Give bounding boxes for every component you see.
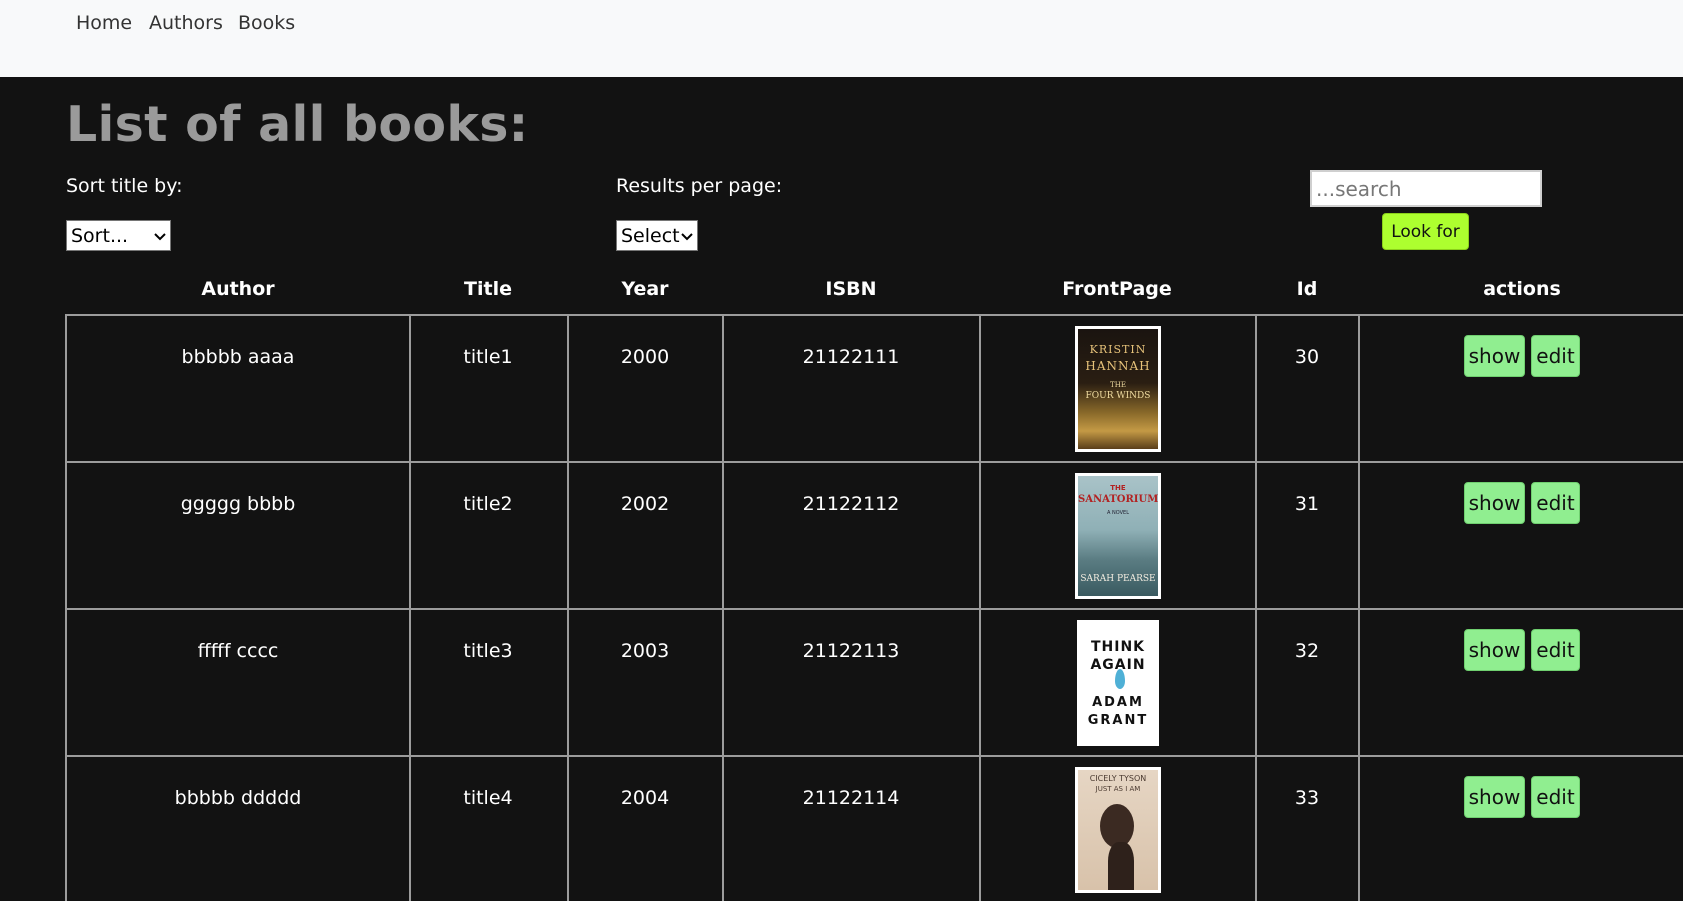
column-header-title: Title [464, 278, 512, 300]
show-button[interactable]: show [1464, 335, 1525, 377]
cover-text: SARAH PEARSE [1080, 574, 1156, 584]
edit-button[interactable]: edit [1531, 776, 1580, 818]
isbn-cell: 21122112 [802, 493, 900, 515]
sort-select-value: Sort... [71, 224, 129, 247]
edit-button[interactable]: edit [1531, 629, 1580, 671]
year-cell: 2000 [620, 346, 670, 368]
isbn-cell: 21122111 [802, 346, 900, 368]
cover-text: THINK [1090, 639, 1146, 655]
per-page-label: Results per page: [616, 175, 783, 197]
edit-button[interactable]: edit [1531, 335, 1580, 377]
cover-text: GRANT [1087, 713, 1149, 728]
look-for-button[interactable]: Look for [1382, 213, 1469, 250]
cover-text: THE [1110, 381, 1126, 389]
book-cover-image: KRISTIN HANNAH THE FOUR WINDS [1075, 326, 1161, 452]
book-cover-image: THINK AGAIN ADAM GRANT [1077, 620, 1159, 746]
column-divider [65, 314, 67, 901]
cover-text: JUST AS I AM [1095, 785, 1141, 793]
nav-authors-link[interactable]: Authors [149, 12, 223, 34]
author-cell: ggggg bbbb [180, 493, 296, 515]
id-cell: 31 [1294, 493, 1320, 515]
column-divider [409, 314, 411, 901]
edit-button[interactable]: edit [1531, 482, 1580, 524]
show-button[interactable]: show [1464, 482, 1525, 524]
title-cell: title2 [463, 493, 513, 515]
year-cell: 2002 [620, 493, 670, 515]
row-divider [66, 314, 1683, 316]
title-cell: title3 [463, 640, 513, 662]
portrait-neck [1108, 842, 1134, 890]
nav-home-link[interactable]: Home [76, 12, 132, 34]
title-cell: title1 [463, 346, 513, 368]
cover-text: CICELY TYSON [1089, 774, 1147, 783]
id-cell: 30 [1294, 346, 1320, 368]
chevron-down-icon [154, 230, 166, 242]
isbn-cell: 21122114 [802, 787, 900, 809]
sort-select[interactable]: Sort... [66, 220, 171, 251]
column-divider [1255, 314, 1257, 901]
column-divider [979, 314, 981, 901]
cover-text: HANNAH [1085, 359, 1151, 373]
cover-text: SANATORIUM [1078, 494, 1159, 505]
cover-text: A NOVEL [1107, 510, 1129, 516]
column-header-actions: actions [1483, 278, 1561, 300]
column-divider [722, 314, 724, 901]
cover-text: ADAM [1092, 695, 1144, 710]
book-cover-image: THE SANATORIUM A NOVEL SARAH PEARSE [1075, 473, 1161, 599]
per-page-select[interactable]: Select [616, 220, 698, 251]
book-cover-image: CICELY TYSON JUST AS I AM [1075, 767, 1161, 893]
author-cell: fffff cccc [197, 640, 279, 662]
column-divider [1358, 314, 1360, 901]
row-divider [66, 608, 1683, 610]
column-header-frontpage: FrontPage [1062, 278, 1172, 300]
per-page-select-value: Select [621, 224, 680, 247]
show-button[interactable]: show [1464, 776, 1525, 818]
cover-text: FOUR WINDS [1085, 391, 1151, 401]
sort-label: Sort title by: [66, 175, 183, 197]
column-header-isbn: ISBN [825, 278, 877, 300]
chevron-down-icon [681, 230, 693, 242]
title-cell: title4 [463, 787, 513, 809]
flame-shape [1115, 669, 1125, 689]
isbn-cell: 21122113 [802, 640, 900, 662]
column-header-author: Author [201, 278, 275, 300]
show-button[interactable]: show [1464, 629, 1525, 671]
cover-text: THE [1110, 484, 1126, 492]
column-header-year: Year [621, 278, 669, 300]
row-divider [66, 461, 1683, 463]
author-cell: bbbbb ddddd [174, 787, 302, 809]
author-cell: bbbbb aaaa [181, 346, 295, 368]
row-divider [66, 755, 1683, 757]
id-cell: 33 [1294, 787, 1320, 809]
column-divider [567, 314, 569, 901]
page-title: List of all books: [66, 96, 529, 153]
year-cell: 2004 [620, 787, 670, 809]
top-navbar: Home Authors Books [0, 0, 1683, 77]
search-input[interactable]: ...search [1310, 170, 1542, 207]
id-cell: 32 [1294, 640, 1320, 662]
year-cell: 2003 [620, 640, 670, 662]
column-header-id: Id [1296, 278, 1318, 300]
cover-text: KRISTIN [1089, 343, 1147, 356]
nav-books-link[interactable]: Books [238, 12, 295, 34]
